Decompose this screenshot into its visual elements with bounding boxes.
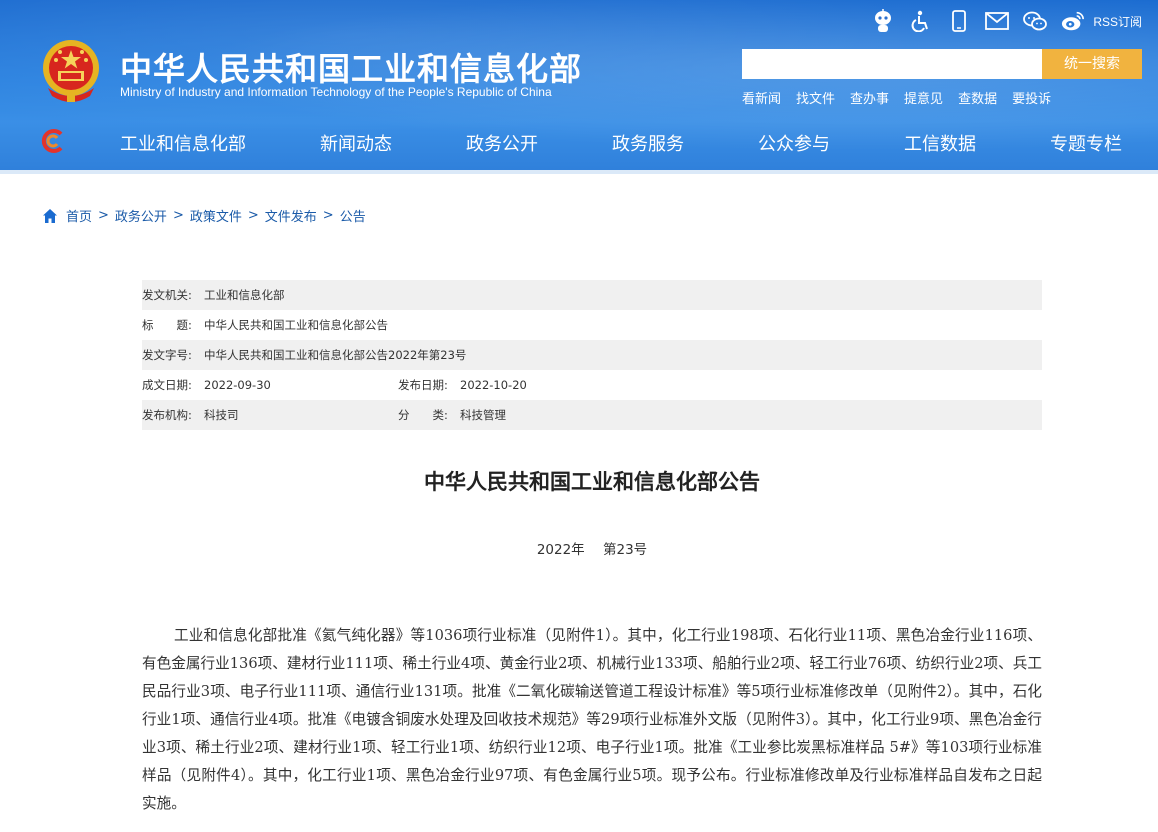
top-toolbar: RSS订阅 bbox=[857, 8, 1142, 34]
search-input[interactable] bbox=[742, 49, 1042, 79]
meta-row-org: 发布机构: 科技司 分 类: 科技管理 bbox=[142, 400, 1042, 430]
nav-item-data[interactable]: 工信数据 bbox=[904, 130, 976, 156]
quick-link-data[interactable]: 查数据 bbox=[958, 88, 997, 107]
header-divider bbox=[0, 170, 1158, 174]
breadcrumb-policy-docs[interactable]: 政策文件 bbox=[190, 206, 242, 225]
accessibility-icon[interactable] bbox=[909, 9, 933, 33]
mobile-icon[interactable] bbox=[947, 9, 971, 33]
search-button[interactable]: 统一搜索 bbox=[1042, 49, 1142, 79]
nav-item-gov-services[interactable]: 政务服务 bbox=[612, 130, 684, 156]
breadcrumb-doc-release[interactable]: 文件发布 bbox=[265, 206, 317, 225]
mail-icon[interactable] bbox=[985, 9, 1010, 33]
home-icon bbox=[43, 208, 57, 223]
meta-created-label: 成文日期: bbox=[142, 378, 192, 392]
meta-org-label: 发布机构: bbox=[142, 408, 192, 422]
wechat-icon[interactable] bbox=[1023, 9, 1048, 33]
nav-item-ministry[interactable]: 工业和信息化部 bbox=[120, 130, 246, 156]
nav-item-topics[interactable]: 专题专栏 bbox=[1050, 130, 1122, 156]
site-subtitle: Ministry of Industry and Information Tec… bbox=[120, 85, 552, 99]
nav-item-gov-affairs[interactable]: 政务公开 bbox=[466, 130, 538, 156]
meta-row-dates: 成文日期: 2022-09-30 发布日期: 2022-10-20 bbox=[142, 370, 1042, 400]
breadcrumb-gov-affairs[interactable]: 政务公开 bbox=[115, 206, 167, 225]
weibo-icon[interactable] bbox=[1061, 9, 1085, 33]
meta-org-value: 科技司 bbox=[204, 408, 239, 422]
breadcrumb-separator: > bbox=[322, 208, 334, 223]
breadcrumb-separator: > bbox=[247, 208, 259, 223]
meta-issuer-value: 工业和信息化部 bbox=[204, 288, 285, 302]
meta-created-value: 2022-09-30 bbox=[204, 378, 271, 392]
quick-link-news[interactable]: 看新闻 bbox=[742, 88, 781, 107]
quick-link-files[interactable]: 找文件 bbox=[796, 88, 835, 107]
breadcrumb-separator: > bbox=[172, 208, 184, 223]
meta-category-label: 分 类: bbox=[398, 408, 448, 422]
meta-row-issuer: 发文机关: 工业和信息化部 bbox=[142, 280, 1042, 310]
meta-doc-no-value: 中华人民共和国工业和信息化部公告2022年第23号 bbox=[204, 348, 467, 362]
meta-row-title: 标 题: 中华人民共和国工业和信息化部公告 bbox=[142, 310, 1042, 340]
article-title: 中华人民共和国工业和信息化部公告 bbox=[424, 470, 760, 494]
nav-item-news[interactable]: 新闻动态 bbox=[320, 130, 392, 156]
meta-issuer-label: 发文机关: bbox=[142, 288, 192, 302]
breadcrumb: 首页 > 政务公开 > 政策文件 > 文件发布 > 公告 bbox=[42, 206, 366, 225]
national-emblem-icon[interactable] bbox=[40, 38, 102, 104]
meta-category-value: 科技管理 bbox=[460, 408, 506, 422]
breadcrumb-announcement[interactable]: 公告 bbox=[340, 206, 366, 225]
main-nav: 工业和信息化部 新闻动态 政务公开 政务服务 公众参与 工信数据 专题专栏 bbox=[0, 120, 1158, 164]
article-body: 工业和信息化部批准《氦气纯化器》等1036项行业标准（见附件1）。其中，化工行业… bbox=[142, 627, 1042, 812]
breadcrumb-home[interactable]: 首页 bbox=[66, 206, 92, 225]
meta-published-value: 2022-10-20 bbox=[460, 378, 527, 392]
article-number: 2022年 第23号 bbox=[536, 542, 648, 558]
quick-link-feedback[interactable]: 提意见 bbox=[904, 88, 943, 107]
meta-title-value: 中华人民共和国工业和信息化部公告 bbox=[204, 318, 388, 332]
meta-title-label: 标 题: bbox=[142, 318, 192, 332]
document-metadata: 发文机关: 工业和信息化部 标 题: 中华人民共和国工业和信息化部公告 发文字号… bbox=[142, 280, 1042, 430]
meta-row-doc-no: 发文字号: 中华人民共和国工业和信息化部公告2022年第23号 bbox=[142, 340, 1042, 370]
rss-link[interactable]: RSS订阅 bbox=[1093, 13, 1142, 30]
meta-published-label: 发布日期: bbox=[398, 378, 448, 392]
quick-link-services[interactable]: 查办事 bbox=[850, 88, 889, 107]
breadcrumb-separator: > bbox=[98, 208, 109, 223]
site-title: 中华人民共和国工业和信息化部 bbox=[120, 50, 583, 88]
nav-item-participation[interactable]: 公众参与 bbox=[758, 130, 830, 156]
quick-link-complaint[interactable]: 要投诉 bbox=[1012, 88, 1051, 107]
miit-logo-icon[interactable] bbox=[40, 128, 66, 154]
quick-links: 看新闻 找文件 查办事 提意见 查数据 要投诉 bbox=[742, 88, 1066, 107]
robot-icon[interactable] bbox=[871, 9, 895, 33]
site-header: 中华人民共和国工业和信息化部 Ministry of Industry and … bbox=[0, 0, 1158, 174]
meta-doc-no-label: 发文字号: bbox=[142, 348, 192, 362]
